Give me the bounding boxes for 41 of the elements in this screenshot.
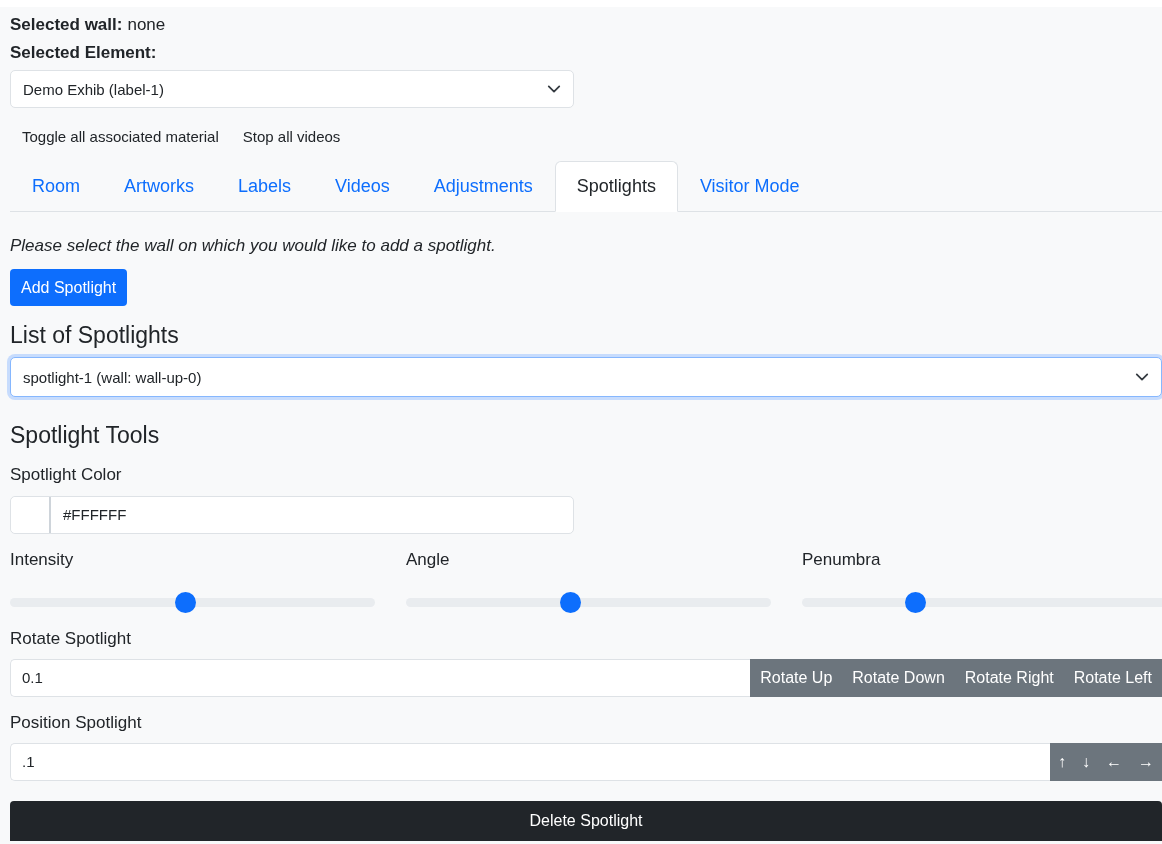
tab[interactable]: Spotlights [554, 161, 678, 212]
tab[interactable]: Visitor Mode [677, 161, 822, 212]
slider-label: Penumbra [802, 550, 882, 570]
group-button[interactable]: Rotate Down [842, 659, 955, 697]
group-button[interactable]: ↑ [1050, 743, 1074, 781]
slider[interactable] [802, 592, 1162, 613]
slider-thumb[interactable] [175, 592, 197, 613]
dropdown-select[interactable]: Demo Exhib (label-1) [10, 70, 574, 108]
dropdown-select[interactable]: spotlight-1 (wall: wall-up-0) [10, 357, 1162, 397]
slider-thumb[interactable] [905, 592, 927, 613]
group-button[interactable]: Rotate Right [954, 659, 1064, 697]
group-button[interactable]: Rotate Left [1063, 659, 1162, 697]
field-label: Rotate Spotlight [10, 629, 132, 649]
group-button[interactable]: Rotate Up [750, 659, 843, 697]
text-input[interactable]: 0.1 [10, 659, 751, 697]
group-button[interactable]: ↓ [1074, 743, 1098, 781]
field-label: Selected Element: [10, 42, 158, 64]
delete-spotlight-button[interactable]: Delete Spotlight [10, 801, 1162, 841]
section-heading: Spotlight Tools [10, 422, 161, 449]
section-heading: List of Spotlights [10, 322, 180, 349]
action-button[interactable]: Toggle all associated material [10, 122, 231, 151]
field-label: Spotlight Color [10, 465, 123, 485]
action-button[interactable]: Stop all videos [230, 122, 353, 151]
tab[interactable]: Labels [216, 161, 314, 212]
slider[interactable] [406, 592, 771, 613]
group-button[interactable]: → [1130, 743, 1162, 781]
slider-label: Intensity [10, 550, 75, 570]
text-input[interactable]: .1 [10, 743, 1050, 781]
slider-label: Angle [406, 550, 451, 570]
slider-thumb[interactable] [560, 592, 582, 613]
hint-text: Please select the wall on which you would like to add a spotlight. [10, 236, 497, 256]
slider[interactable] [10, 592, 375, 613]
tab[interactable]: Artworks [102, 161, 217, 212]
field-label: Selected wall: [10, 15, 123, 34]
tab[interactable]: Room [10, 161, 102, 212]
field-label: Position Spotlight [10, 713, 143, 733]
group-button[interactable]: ← [1098, 743, 1130, 781]
add-spotlight-button[interactable]: Add Spotlight [10, 269, 128, 306]
tab[interactable]: Videos [313, 161, 412, 212]
tab[interactable]: Adjustments [411, 161, 555, 212]
field-value: none [127, 15, 166, 34]
